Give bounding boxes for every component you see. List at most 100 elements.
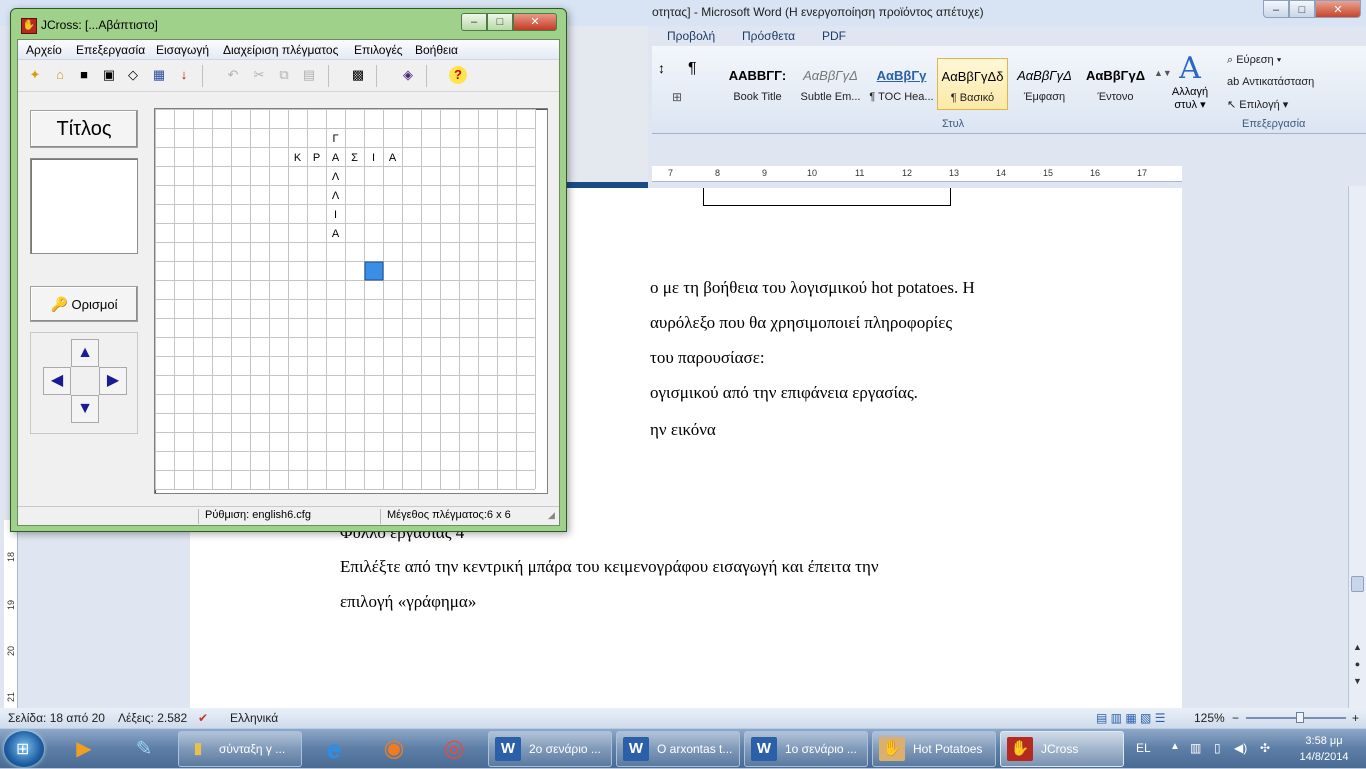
grid-web-icon[interactable]: ▦ [150,66,168,84]
media-player-icon[interactable]: ▶ [58,732,110,766]
borders-icon[interactable]: ⊞ [672,90,682,104]
menu-edit[interactable]: Επεξεργασία [76,43,145,57]
jcross-close-button[interactable]: ✕ [513,13,557,31]
taskbar-task[interactable]: ✋ Hot Potatoes [872,731,996,767]
grid-letter[interactable]: Ρ [313,152,320,164]
tab-addins[interactable]: Πρόσθετα [742,29,795,43]
cut-icon[interactable]: ✂ [250,66,268,84]
arrow-right-button[interactable]: ▶ [99,367,127,395]
style-subtle-emphasis[interactable]: ΑαΒβΓγΔ Subtle Em... [795,58,866,110]
word-status-bar: Σελίδα: 18 από 20 Λέξεις: 2.582 ✔ Ελληνι… [0,708,1366,728]
tab-view[interactable]: Προβολή [667,29,715,43]
style-normal[interactable]: ΑαΒβΓγΔδ ¶ Βασικό [937,58,1008,110]
status-words[interactable]: Λέξεις: 2.582 [118,711,187,725]
firefox-icon[interactable]: ◉ [368,732,420,766]
wifi-icon[interactable]: ✣ [1260,741,1270,755]
menu-insert[interactable]: Εισαγωγή [156,43,209,57]
paragraph-mark-button[interactable]: ¶ [688,60,697,78]
arrow-left-button[interactable]: ◀ [43,367,71,395]
title-button[interactable]: Τίτλος [30,110,138,148]
zoom-level[interactable]: 125% [1194,711,1225,725]
style-book-title[interactable]: ΑΑΒΒΓΓ: Book Title [722,58,793,110]
arrow-up-button[interactable]: ▲ [71,339,99,367]
language-indicator[interactable]: EL [1136,741,1151,755]
grid-letter[interactable]: Ι [372,152,375,164]
grid-letter[interactable]: Σ [351,152,358,164]
zoom-in-button[interactable]: + [1352,711,1359,725]
change-styles-button[interactable]: A Αλλαγή στυλ ▾ [1170,52,1210,112]
grid-letter[interactable]: Ι [334,209,337,221]
menu-options[interactable]: Επιλογές [354,43,403,57]
find-button[interactable]: ⌕ Εύρεση ▾ [1227,54,1281,67]
undo-icon[interactable]: ↶ [224,66,242,84]
scroll-up-icon[interactable]: ▲ [1351,641,1364,654]
new-file-icon[interactable]: ✦ [26,66,44,84]
menu-manage-grid[interactable]: Διαχείριση πλέγματος [223,43,338,57]
taskbar-task-active[interactable]: ✋ JCross [1000,731,1124,767]
show-hidden-icons-icon[interactable]: ▲ [1170,741,1180,752]
grid-letter[interactable]: Λ [332,171,340,183]
zoom-slider[interactable] [1246,712,1346,723]
grid-letter[interactable]: Α [332,152,340,164]
network-icon[interactable]: ▥ [1190,741,1201,755]
word-icon: W [495,737,521,761]
help-icon[interactable]: ? [449,66,467,84]
taskbar-task[interactable]: W 2ο σενάριο ... [488,731,612,767]
replace-button[interactable]: ab Αντικατάσταση [1227,76,1314,88]
start-button[interactable]: ⊞ [4,731,44,767]
tab-pdf[interactable]: PDF [822,29,846,43]
grid-letter[interactable]: Κ [294,152,302,164]
clues-button[interactable]: 🔑 Ορισμοί [30,286,138,322]
grid-letter[interactable]: Α [389,152,397,164]
word-close-button[interactable]: ✕ [1315,0,1361,18]
taskbar-task[interactable]: W 1ο σενάριο ... [744,731,868,767]
grid-letter[interactable]: Λ [332,190,340,202]
export-web-icon[interactable]: ◈ [399,66,417,84]
proofing-icon[interactable]: ✔ [198,711,208,725]
scroll-down-icon[interactable]: ▼ [1351,675,1364,688]
status-language[interactable]: Ελληνικά [230,711,278,725]
jcross-minimize-button[interactable]: – [461,13,487,31]
word-maximize-button[interactable]: □ [1289,0,1315,18]
scrollbar-thumb[interactable] [1351,576,1364,592]
status-page[interactable]: Σελίδα: 18 από 20 [8,711,105,725]
automatic-grid-icon[interactable]: ▩ [349,66,367,84]
select-button[interactable]: ↖ Επιλογή ▾ [1227,98,1288,111]
grid-letter[interactable]: Γ [332,133,338,145]
taskbar-folder[interactable]: ▮ σύνταξη γ ... [178,731,302,767]
volume-icon[interactable]: ◀) [1234,741,1247,755]
taskbar-task[interactable]: W O arxontas t... [616,731,740,767]
zoom-slider-knob[interactable] [1296,712,1304,723]
style-strong[interactable]: ΑαΒβΓγΔ Έντονο [1080,58,1151,110]
jcross-app-icon[interactable]: ✋ [21,18,37,34]
menu-file[interactable]: Αρχείο [26,43,62,57]
jcross-maximize-button[interactable]: □ [487,13,513,31]
download-arrow-icon[interactable]: ↓ [175,66,193,84]
grid-cursor-cell[interactable] [364,261,384,281]
internet-explorer-icon[interactable]: e [308,732,360,766]
sort-icon[interactable]: ↕ [658,60,665,76]
battery-icon[interactable]: ▯ [1214,741,1221,755]
chrome-icon[interactable]: ◎ [428,732,480,766]
view-buttons-icon[interactable]: ▤ ▥ ▦ ▧ ☰ [1096,711,1165,725]
style-emphasis[interactable]: ΑαΒβΓγΔ Έμφαση [1009,58,1080,110]
menu-help[interactable]: Βοήθεια [415,43,458,57]
arrow-down-button[interactable]: ▼ [71,395,99,423]
paint-icon[interactable]: ✎ [118,732,170,766]
eraser-icon[interactable]: ◇ [124,66,142,84]
save-icon[interactable]: ■ [75,66,93,84]
browse-object-icon[interactable]: ● [1351,658,1364,671]
clock[interactable]: 3:58 μμ 14/8/2014 [1294,733,1354,765]
open-folder-icon[interactable]: ⌂ [51,66,69,84]
zoom-out-button[interactable]: − [1232,711,1239,725]
save-as-icon[interactable]: ▣ [100,66,118,84]
resize-grip-icon[interactable]: ◢ [548,510,555,521]
vertical-scrollbar[interactable]: ▲ ● ▼ [1348,186,1366,708]
crossword-grid-area[interactable]: ΓΚΡΑΣΙΑΛΛΙΑ [154,108,548,494]
copy-icon[interactable]: ⧉ [275,66,293,84]
crossword-grid[interactable]: ΓΚ Ρ Α Σ Ι ΑΛΛΙΑ [155,109,547,493]
word-minimize-button[interactable]: – [1263,0,1289,18]
paste-icon[interactable]: ▤ [300,66,318,84]
grid-letter[interactable]: Α [332,228,340,240]
style-toc-heading[interactable]: ΑαΒβΓγ ¶ TOC Hea... [866,58,937,110]
